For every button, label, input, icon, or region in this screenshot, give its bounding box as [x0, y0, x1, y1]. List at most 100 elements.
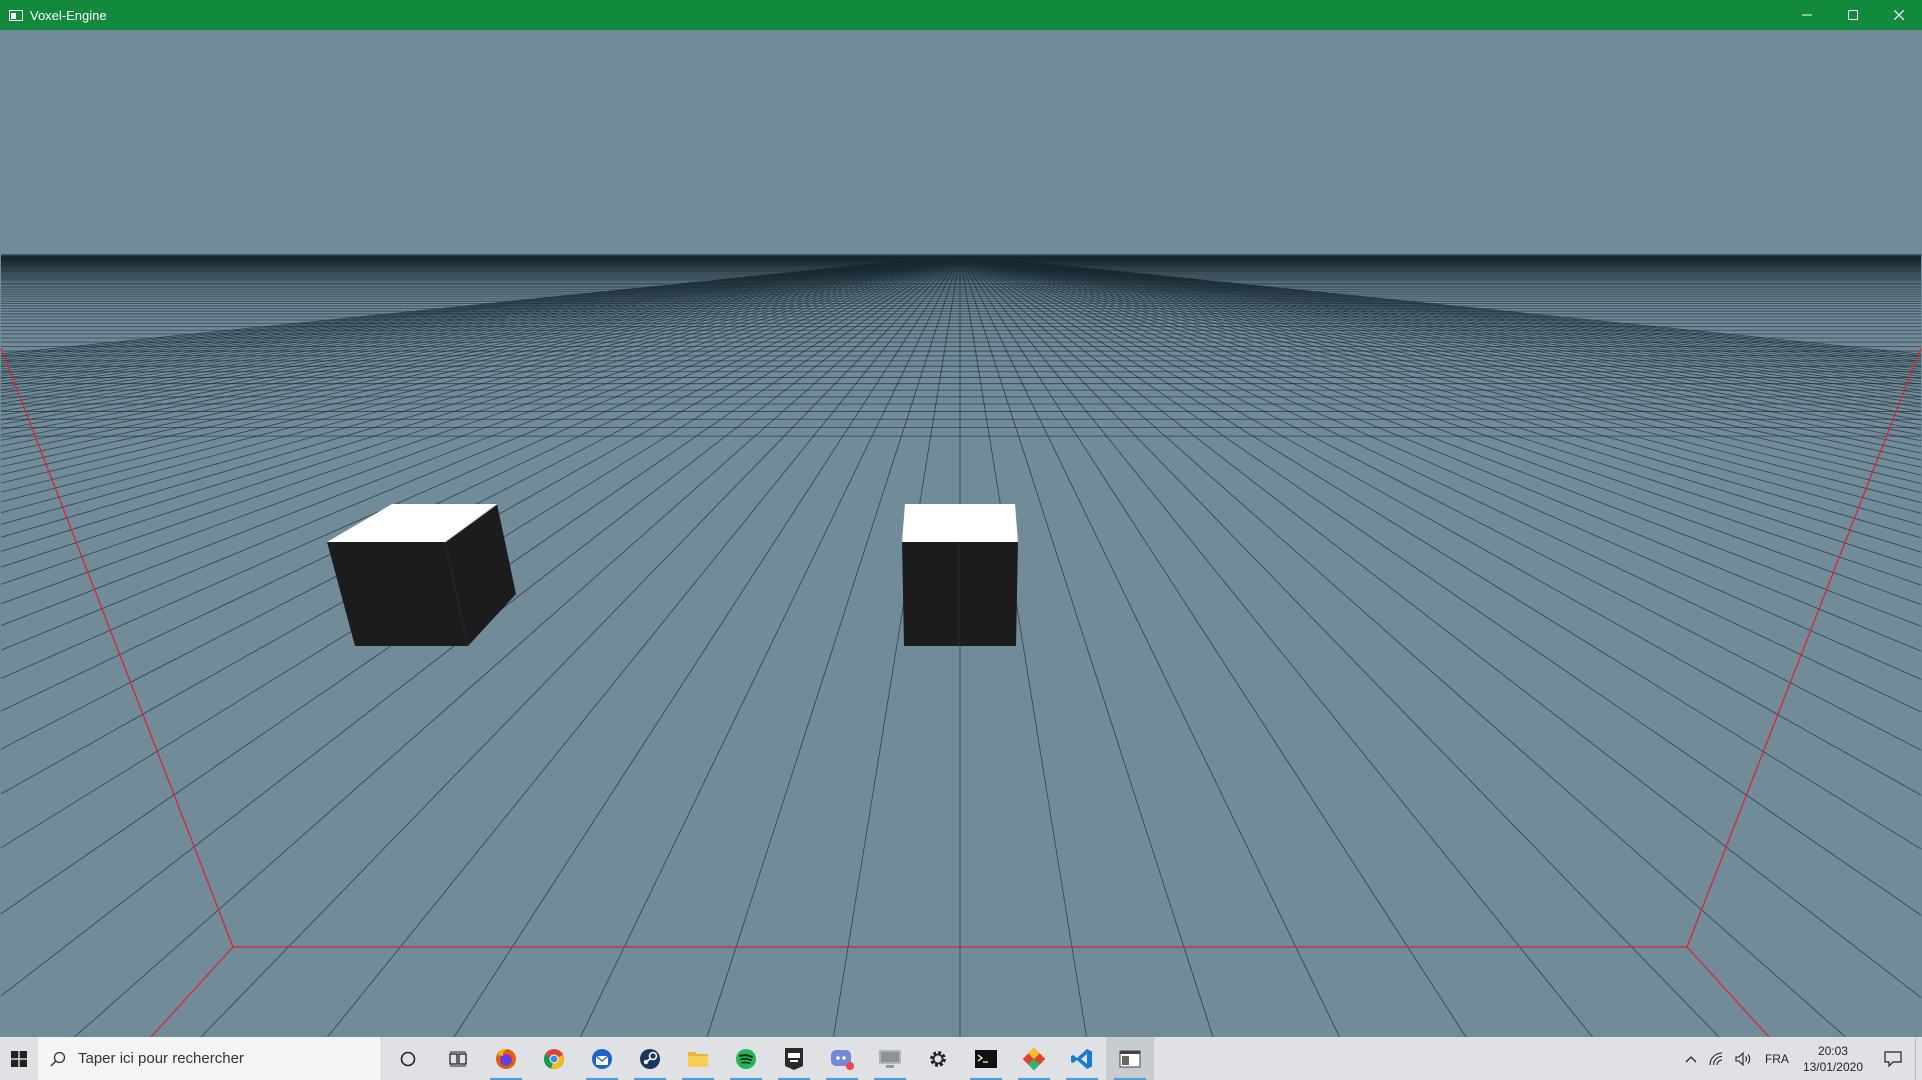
- grid-line-depth: [1, 256, 943, 368]
- render-viewport[interactable]: [1, 30, 1921, 1037]
- grid-line-depth: [1, 256, 942, 358]
- grid-line-depth: [1, 256, 945, 382]
- grid-line-depth: [1, 256, 944, 374]
- grid-line-depth: [979, 256, 1921, 357]
- maximize-button[interactable]: [1830, 0, 1876, 30]
- grid-line-depth: [970, 256, 1921, 442]
- discord-icon: [831, 1049, 854, 1070]
- taskbar-terminal[interactable]: [962, 1037, 1010, 1080]
- grid-line-depth: [975, 256, 1921, 377]
- grid-line-depth: [967, 256, 1921, 526]
- grid-line-depth: [968, 256, 1921, 476]
- grid-line-depth: [1, 256, 953, 514]
- grid-line-depth: [1, 256, 942, 360]
- grid-line-depth: [978, 256, 1921, 360]
- grid-line-depth: [961, 256, 1720, 1037]
- close-button[interactable]: [1876, 0, 1922, 30]
- cube-left[interactable]: [327, 503, 516, 647]
- taskbar-remote-desktop[interactable]: [866, 1037, 914, 1080]
- search-box[interactable]: Taper ici pour rechercher: [38, 1037, 382, 1080]
- show-desktop-button[interactable]: [1915, 1037, 1922, 1080]
- window-title: Voxel-Engine: [30, 7, 107, 23]
- tray-clock[interactable]: 20:03 13/01/2020: [1795, 1043, 1871, 1075]
- scene-canvas[interactable]: [1, 30, 1921, 1037]
- maximize-icon: [1848, 10, 1858, 20]
- taskbar-firefox[interactable]: [482, 1037, 530, 1080]
- window-app-icon: [1119, 1050, 1141, 1067]
- grid-line-depth: [453, 256, 960, 1037]
- grid-line-depth: [833, 256, 961, 1037]
- taskbar-steam[interactable]: [626, 1037, 674, 1080]
- steam-icon: [640, 1048, 660, 1069]
- grid-line-depth: [1, 256, 941, 356]
- gear-icon: [930, 1050, 946, 1067]
- volume-icon: [1735, 1051, 1751, 1066]
- epic-games-icon: [785, 1047, 803, 1070]
- window-controls: [1784, 0, 1922, 30]
- grid-line-depth: [1, 256, 941, 355]
- system-tray: FRA 20:03 13/01/2020: [1679, 1037, 1922, 1080]
- taskbar-vscode[interactable]: [1058, 1037, 1106, 1080]
- taskbar-settings[interactable]: [914, 1037, 962, 1080]
- tray-network[interactable]: [1703, 1037, 1729, 1080]
- taskbar-task-view[interactable]: [434, 1037, 482, 1080]
- grid-line-depth: [580, 256, 960, 1037]
- grid-line-depth: [1, 256, 951, 447]
- tray-overflow-button[interactable]: [1679, 1037, 1703, 1080]
- action-center-button[interactable]: [1871, 1037, 1915, 1080]
- grid-line-depth: [965, 256, 1921, 586]
- thunderbird-icon: [592, 1048, 612, 1069]
- grid-line-depth: [1, 256, 942, 362]
- grid-line-depth: [979, 256, 1921, 355]
- taskbar-voxel-engine[interactable]: [1106, 1037, 1154, 1080]
- grid-line-depth: [976, 256, 1921, 375]
- grid-line-depth: [1, 256, 950, 441]
- grid-line-depth: [965, 256, 1921, 605]
- taskbar-epic-games[interactable]: [770, 1037, 818, 1080]
- grid-line-depth: [977, 256, 1921, 364]
- taskbar-git[interactable]: [1010, 1037, 1058, 1080]
- grid-line-depth: [1, 256, 945, 379]
- start-button[interactable]: [0, 1037, 38, 1080]
- taskbar-cortana[interactable]: [382, 1037, 434, 1080]
- boundary-line: [1, 347, 1921, 948]
- grid-line-depth: [1, 256, 944, 372]
- cube-center[interactable]: [902, 504, 1018, 646]
- grid-line-depth: [969, 256, 1921, 448]
- grid-line-depth: [959, 256, 1087, 1037]
- grid-line-depth: [973, 256, 1921, 401]
- grid-line-depth: [964, 256, 1921, 652]
- tray-language[interactable]: FRA: [1759, 1037, 1795, 1080]
- taskbar-chrome[interactable]: [530, 1037, 578, 1080]
- grid-line-depth: [970, 256, 1921, 436]
- vscode-icon: [1071, 1048, 1092, 1069]
- grid-line-depth: [975, 256, 1921, 380]
- grid-line-depth: [973, 256, 1921, 394]
- search-icon: [50, 1051, 66, 1067]
- taskbar-spotify[interactable]: [722, 1037, 770, 1080]
- grid-line-depth: [974, 256, 1921, 385]
- chrome-icon: [543, 1048, 564, 1069]
- grid-line-depth: [1, 256, 943, 364]
- grid-line-depth: [1, 256, 944, 370]
- clock-time: 20:03: [1817, 1043, 1848, 1058]
- grid-line-depth: [1, 256, 952, 475]
- minimize-icon: [1802, 14, 1812, 16]
- remote-desktop-icon: [879, 1049, 901, 1068]
- taskbar: Taper ici pour rechercher FRA 20:03 13/0…: [0, 1037, 1922, 1080]
- grid-line-depth: [975, 256, 1921, 382]
- title-bar[interactable]: Voxel-Engine: [0, 0, 1922, 30]
- grid-line-depth: [706, 256, 960, 1037]
- taskbar-thunderbird[interactable]: [578, 1037, 626, 1080]
- grid-line-depth: [966, 256, 1921, 539]
- grid-line-depth: [967, 256, 1921, 514]
- boundary-line-lower-right: [1686, 946, 1770, 1037]
- grid-line-depth: [968, 256, 1921, 484]
- taskbar-discord[interactable]: [818, 1037, 866, 1080]
- grid-line-depth: [976, 256, 1921, 372]
- tray-volume[interactable]: [1729, 1037, 1759, 1080]
- taskbar-file-explorer[interactable]: [674, 1037, 722, 1080]
- search-placeholder: Taper ici pour rechercher: [78, 1050, 244, 1067]
- grid-line-depth: [968, 256, 1921, 468]
- minimize-button[interactable]: [1784, 0, 1830, 30]
